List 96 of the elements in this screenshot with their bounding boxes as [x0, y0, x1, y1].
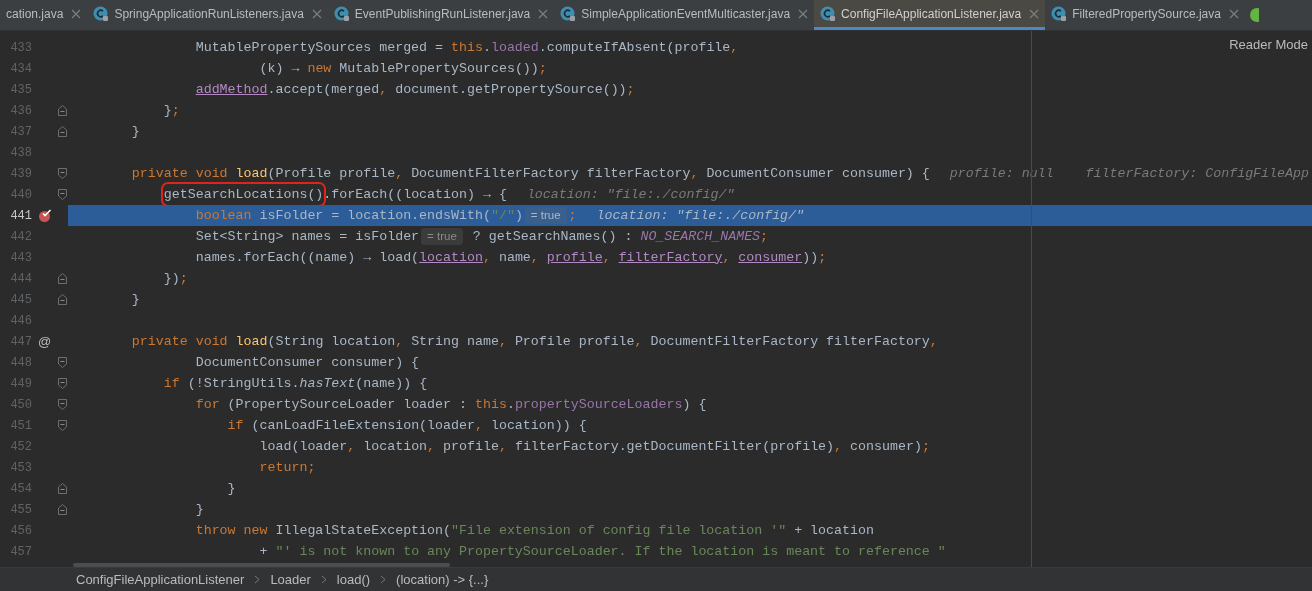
fold-marker-icon[interactable] — [58, 189, 67, 200]
tab-label: SpringApplicationRunListeners.java — [114, 5, 304, 23]
code-text: } — [195, 500, 204, 519]
chevron-right-icon — [380, 575, 387, 584]
editor-tab[interactable]: ConfigFileApplicationListener.java — [814, 0, 1046, 30]
code-text: throw new IllegalStateException("File extension of config file location '" + location — [195, 521, 874, 540]
line-number: 440 — [9, 186, 32, 204]
code-text: addMethod.accept(merged, document.getPropertySource()); — [195, 80, 635, 99]
breadcrumb-item[interactable]: (location) -> {...} — [396, 569, 489, 590]
line-number: 455 — [9, 501, 32, 519]
line-number: 446 — [9, 312, 32, 330]
close-icon[interactable] — [798, 8, 809, 19]
breadcrumb-item[interactable]: Loader — [270, 569, 311, 590]
code-text: + "' is not known to any PropertySourceLoader. If the location is meant to reference " — [259, 542, 946, 561]
breadcrumb-item[interactable]: ConfigFileApplicationListener — [76, 569, 245, 590]
fold-marker-icon[interactable] — [58, 504, 67, 515]
chevron-right-icon — [254, 575, 261, 584]
close-icon[interactable] — [538, 8, 549, 19]
code-text: DocumentConsumer consumer) { — [195, 353, 420, 372]
inlay-hint: = true — [524, 207, 567, 224]
code-text: .forEach((location) → { — [323, 185, 507, 204]
line-number: 451 — [9, 417, 32, 435]
code-text: for (PropertySourceLoader loader : this.propertySourceLoaders) { — [195, 395, 707, 414]
code-text: ? getSearchNames() : NO_SEARCH_NAMES; — [471, 227, 769, 246]
fold-marker-icon[interactable] — [58, 105, 67, 116]
line-number: 454 — [9, 480, 32, 498]
breakpoint-icon[interactable] — [37, 208, 52, 223]
line-number: 447 — [9, 333, 32, 351]
line-number: 457 — [9, 543, 32, 561]
close-icon[interactable] — [1029, 8, 1040, 19]
line-number: 443 — [9, 249, 32, 267]
code-text: (k) → new MutablePropertySources()); — [259, 59, 547, 78]
code-text: boolean isFolder = location.endsWith("/") — [195, 206, 523, 225]
close-icon[interactable] — [311, 8, 322, 19]
line-number: 435 — [9, 81, 32, 99]
line-number: 445 — [9, 291, 32, 309]
code-text: ; — [568, 206, 577, 225]
code-text: Set<String> names = isFolder — [195, 227, 420, 246]
code-text: } — [131, 290, 140, 309]
tab-label: cation.java — [6, 5, 64, 23]
debug-value-hint: location: "file:./config/" — [596, 206, 805, 225]
fold-marker-icon[interactable] — [58, 378, 67, 389]
line-number: 442 — [9, 228, 32, 246]
line-number: 449 — [9, 375, 32, 393]
chevron-right-icon — [320, 575, 327, 584]
code-text: } — [131, 122, 140, 141]
line-number: 452 — [9, 438, 32, 456]
tab-label: ConfigFileApplicationListener.java — [841, 5, 1022, 23]
fold-marker-icon[interactable] — [58, 294, 67, 305]
annotated-code: getSearchLocations() — [163, 184, 324, 205]
fold-marker-icon[interactable] — [58, 273, 67, 284]
fold-marker-icon[interactable] — [58, 399, 67, 410]
editor-tab[interactable]: EventPublishingRunListener.java — [327, 0, 555, 30]
line-number: 433 — [9, 39, 32, 57]
line-number: 453 — [9, 459, 32, 477]
editor-tab[interactable]: FilteredPropertySource.java — [1045, 0, 1245, 30]
code-text: }); — [163, 269, 188, 288]
debug-value-hint: location: "file:./config/" — [526, 185, 735, 204]
code-text: names.forEach((name) → load(location, name, profile, filterFactory, consumer)); — [195, 248, 827, 267]
code-text: } — [227, 479, 236, 498]
debug-value-hint: filterFactory: ConfigFileApp — [1085, 164, 1309, 183]
override-marker[interactable]: @ — [37, 331, 52, 352]
code-text: private void load(String location, String name, Profile profile, DocumentFilterFactory filterFactory, — [131, 332, 938, 351]
tab-label: EventPublishingRunListener.java — [354, 5, 531, 23]
line-number: 434 — [9, 60, 32, 78]
fold-marker-icon[interactable] — [58, 126, 67, 137]
code-text: MutablePropertySources merged = this.loaded.computeIfAbsent(profile, — [195, 38, 739, 57]
editor-tab[interactable]: SpringApplicationRunListeners.java — [87, 0, 328, 30]
editor-tab[interactable]: SimpleApplicationEventMulticaster.java — [554, 0, 815, 30]
fold-marker-icon[interactable] — [58, 168, 67, 179]
line-number: 456 — [9, 522, 32, 540]
line-number: 439 — [9, 165, 32, 183]
line-number: 441 — [9, 207, 32, 225]
line-number: 448 — [9, 354, 32, 372]
code-text: if (canLoadFileExtension(loader, location)) { — [227, 416, 587, 435]
fold-marker-icon[interactable] — [58, 483, 67, 494]
line-number: 438 — [9, 144, 32, 162]
line-number: 436 — [9, 102, 32, 120]
code-text: load(loader, location, profile, filterFactory.getDocumentFilter(profile), consumer); — [259, 437, 930, 456]
fold-marker-icon[interactable] — [58, 420, 67, 431]
line-number: 444 — [9, 270, 32, 288]
code-text: if (!StringUtils.hasText(name)) { — [163, 374, 428, 393]
file-type-icon — [1248, 7, 1259, 23]
tab-label: FilteredPropertySource.java — [1072, 5, 1221, 23]
code-text: }; — [163, 101, 180, 120]
line-number: 437 — [9, 123, 32, 141]
breadcrumb-item[interactable]: load() — [336, 569, 371, 590]
code-text: return; — [259, 458, 316, 477]
tab-label: SimpleApplicationEventMulticaster.java — [581, 5, 791, 23]
inlay-hint: = true — [421, 228, 463, 245]
line-number: 450 — [9, 396, 32, 414]
editor-tab[interactable]: cation.java — [0, 0, 88, 30]
fold-marker-icon[interactable] — [58, 357, 67, 368]
close-icon[interactable] — [71, 8, 82, 19]
close-icon[interactable] — [1228, 8, 1239, 19]
code-text: private void load(Profile profile, DocumentFilterFactory filterFactory, DocumentConsumer consumer) { — [131, 164, 930, 183]
